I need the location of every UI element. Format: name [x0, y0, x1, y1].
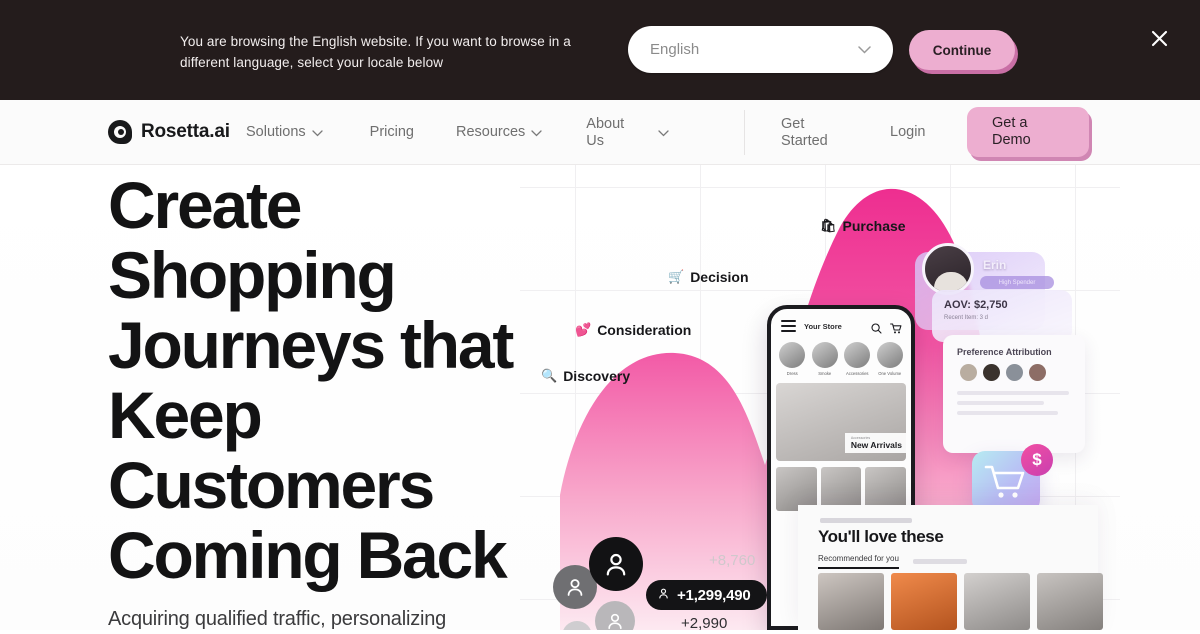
nav-links: Solutions Pricing Resources About Us	[246, 100, 669, 165]
shopping-cart-icon: 🛒	[668, 269, 685, 284]
persona-name: Erin	[983, 258, 1007, 272]
color-swatch	[1006, 364, 1023, 381]
stat-primary-value: +1,299,490	[677, 586, 751, 604]
journey-label-text: Decision	[690, 269, 749, 285]
color-swatch	[960, 364, 977, 381]
person-icon	[589, 537, 643, 591]
continue-button[interactable]: Continue	[909, 30, 1015, 70]
cart-icon[interactable]	[890, 321, 902, 333]
color-swatches	[960, 364, 1046, 381]
preference-placeholder-lines	[957, 391, 1069, 421]
nav-item-about-us[interactable]: About Us	[586, 116, 669, 150]
product-thumbnail[interactable]	[1037, 573, 1103, 630]
journey-label-consideration: 💕 Consideration	[575, 322, 691, 338]
locale-banner-message: You are browsing the English website. If…	[180, 34, 571, 70]
phone-store-name: Your Store	[804, 321, 842, 331]
journey-label-purchase: 🛍 Purchase	[820, 218, 906, 234]
chevron-down-icon	[312, 125, 323, 141]
phone-section-title: Accessories New Arrivals	[844, 433, 908, 453]
stat-secondary: +2,990	[681, 615, 728, 630]
chevron-down-icon	[858, 41, 871, 59]
phone-topbar: Your Store	[771, 309, 911, 338]
nav-item-label: Resources	[455, 124, 526, 140]
category-thumb	[811, 342, 838, 368]
recommendation-title: You'll love these	[818, 527, 944, 546]
recommendation-thumbnails	[818, 573, 1103, 630]
product-thumbnail[interactable]	[964, 573, 1030, 630]
dollar-badge-icon: $	[1021, 444, 1053, 476]
get-a-demo-label: Get a Demo	[992, 115, 1031, 148]
shopping-bags-icon: 🛍	[820, 218, 837, 233]
brand-logo[interactable]: Rosetta.ai	[108, 120, 230, 144]
category-thumb	[876, 342, 903, 368]
nav-item-get-started[interactable]: Get Started	[781, 116, 833, 150]
category-label: Dress	[786, 371, 798, 376]
chevron-down-icon	[658, 125, 669, 141]
tab-placeholder[interactable]	[912, 559, 967, 564]
stat-faded: +8,760	[709, 552, 756, 569]
tab-recommended-for-you[interactable]: Recommended for you	[818, 554, 899, 569]
nav-item-label: Solutions	[246, 124, 306, 140]
hamburger-icon[interactable]	[781, 320, 796, 332]
category-label: Smoke	[818, 371, 832, 376]
product-thumbnail[interactable]	[818, 573, 884, 630]
phone-category[interactable]: Accessories	[842, 342, 872, 376]
recommendation-tabs: Recommended for you	[818, 554, 967, 569]
nav-divider	[744, 110, 745, 155]
category-label: Accessories	[845, 371, 869, 376]
stat-primary-pill: +1,299,490	[646, 580, 767, 610]
nav-item-login[interactable]: Login	[890, 124, 925, 141]
journey-label-text: Consideration	[597, 322, 692, 338]
category-thumb	[779, 342, 806, 368]
page-title: Create Shopping Journeys that Keep Custo…	[108, 168, 514, 592]
nav-item-label: Get Started	[781, 115, 828, 149]
magnifier-icon: 🔍	[541, 368, 558, 383]
phone-category[interactable]: Dress	[777, 342, 807, 376]
recommendation-eyebrow	[820, 518, 912, 523]
nav-item-label: Login	[890, 124, 926, 140]
locale-select-value: English	[650, 41, 700, 58]
journey-label-text: Discovery	[563, 368, 631, 384]
avatar	[922, 243, 974, 295]
journey-label-discovery: 🔍 Discovery	[541, 368, 630, 384]
brand-name: Rosetta.ai	[141, 121, 230, 142]
rosetta-logo-icon	[108, 120, 132, 144]
hero-illustration: 🔍 Discovery 💕 Consideration 🛒 Decision 🛍…	[520, 165, 1120, 630]
nav-right-links: Get Started Login	[781, 100, 925, 165]
nav-item-resources[interactable]: Resources	[456, 124, 542, 141]
phone-categories: Dress Smoke Accessories One Volume	[771, 338, 911, 376]
nav-item-solutions[interactable]: Solutions	[246, 124, 323, 141]
search-icon[interactable]	[871, 321, 882, 334]
locale-select[interactable]: English	[628, 26, 893, 73]
category-thumb	[844, 342, 871, 368]
color-swatch	[983, 364, 1000, 381]
aov-value: AOV: $2,750	[944, 299, 1008, 311]
phone-category[interactable]: Smoke	[810, 342, 840, 376]
phone-hero-image: Accessories New Arrivals	[776, 383, 908, 461]
chevron-down-icon	[531, 125, 542, 141]
close-icon[interactable]	[1144, 23, 1174, 53]
nav-item-label: About Us	[586, 115, 625, 149]
aov-subtext: Recent Item: 3 d	[944, 315, 989, 321]
color-swatch	[1029, 364, 1046, 381]
hearts-icon: 💕	[575, 322, 592, 337]
phone-category[interactable]: One Volume	[875, 342, 905, 376]
journey-label-text: Purchase	[842, 218, 906, 234]
status-badge: High Spender	[980, 276, 1054, 289]
nav-item-pricing[interactable]: Pricing	[370, 124, 414, 141]
person-icon	[657, 587, 670, 604]
category-label: One Volume	[878, 371, 902, 376]
get-a-demo-button[interactable]: Get a Demo	[967, 107, 1089, 157]
journey-label-decision: 🛒 Decision	[668, 269, 749, 285]
product-thumbnail[interactable]	[891, 573, 957, 630]
preference-attribution-title: Preference Attribution	[957, 347, 1052, 357]
shopping-cart-icon	[984, 465, 1025, 498]
nav-item-label: Pricing	[369, 124, 414, 140]
